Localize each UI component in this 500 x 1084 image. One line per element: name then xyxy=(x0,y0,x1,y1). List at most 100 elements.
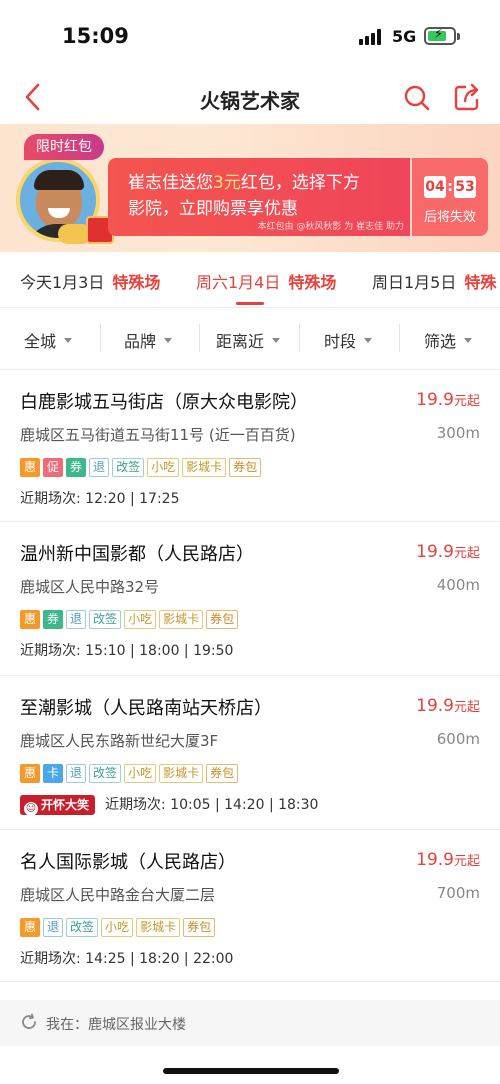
cinema-address: 鹿城区人民中路金台大厦二层 xyxy=(20,886,216,904)
cinema-address: 鹿城区人民中路32号 xyxy=(20,578,160,596)
filter-distance[interactable]: 距离近 xyxy=(216,328,281,352)
price-value: 19.9 xyxy=(416,850,454,870)
cinema-price: 19.9元起 xyxy=(416,696,480,716)
cinema-name: 温州新中国影都（人民路店） xyxy=(20,544,254,565)
countdown-label: 后将失效 xyxy=(423,210,476,225)
search-icon[interactable] xyxy=(403,82,431,112)
cinema-list-item[interactable]: 温州新中国影都（人民路店） 19.9元起 鹿城区人民中路32号 400m 惠券退… xyxy=(0,522,500,676)
tag-cinema-card: 影城卡 xyxy=(182,458,227,477)
tab-saturday[interactable]: 周六1月4日 特殊场 xyxy=(196,269,336,293)
tab-day-label: 今天1月3日 xyxy=(20,273,105,292)
price-value: 19.9 xyxy=(416,390,454,410)
countdown-seconds: 53 xyxy=(454,176,476,198)
filter-bar: 全城 品牌 距离近 时段 筛选 xyxy=(0,308,500,370)
promo-banner[interactable]: 限时红包 崔志佳送您3元红包，选择下方 影院，立即购票享优惠 本红包由 @秋风秋… xyxy=(0,124,500,252)
countdown-minutes: 04 xyxy=(424,176,446,198)
cinema-distance: 300m xyxy=(436,424,480,442)
filter-label: 距离近 xyxy=(216,332,265,351)
tab-today[interactable]: 今天1月3日 特殊场 xyxy=(20,269,160,293)
tag-cinema-card: 影城卡 xyxy=(159,610,204,629)
share-icon[interactable] xyxy=(453,82,481,112)
cinema-price: 19.9元起 xyxy=(416,850,480,870)
caret-down-icon xyxy=(164,338,173,343)
caret-down-icon xyxy=(64,338,73,343)
tag-discount: 惠 xyxy=(20,764,41,783)
filter-label: 品牌 xyxy=(124,332,157,351)
smile-icon: ☺ xyxy=(24,802,38,816)
cinema-address: 鹿城区人民东路新世纪大厦3F xyxy=(20,732,219,750)
status-time: 15:09 xyxy=(62,24,129,48)
promo-line-1: 崔志佳送您3元红包，选择下方 xyxy=(128,168,360,193)
tag-discount: 惠 xyxy=(20,458,41,477)
price-value: 19.9 xyxy=(416,696,454,716)
promo-suffix: 红包，选择下方 xyxy=(240,173,360,193)
network-label: 5G xyxy=(392,27,417,46)
cinema-showtimes-row: ☺ 开怀大笑 近期场次: 10:05 | 14:20 | 18:30 xyxy=(20,794,319,816)
active-tab-indicator xyxy=(236,302,264,305)
tag-reschedule: 改签 xyxy=(89,610,122,629)
laugh-badge: ☺ 开怀大笑 xyxy=(20,795,96,816)
filter-brand[interactable]: 品牌 xyxy=(124,328,173,352)
cinema-tags: 惠退改签 小吃 影城卡 券包 xyxy=(20,916,218,937)
cinema-showtimes: 近期场次: 12:20 | 17:25 xyxy=(20,491,180,507)
tab-sunday[interactable]: 周日1月5日 特殊 xyxy=(372,269,496,293)
promo-message-box: 崔志佳送您3元红包，选择下方 影院，立即购票享优惠 本红包由 @秋风秋影 为 崔… xyxy=(108,158,410,236)
tag-refund: 退 xyxy=(89,458,110,477)
tab-special-label: 特殊场 xyxy=(112,273,161,292)
cinema-tags: 惠卡退改签 小吃 影城卡 券包 xyxy=(20,762,241,783)
limited-red-packet-tag: 限时红包 xyxy=(24,134,104,160)
cinema-list-item[interactable]: 白鹿影城五马街店（原大众电影院） 19.9元起 鹿城区五马街道五马街11号 (近… xyxy=(0,370,500,522)
cinema-list-item[interactable]: 名人国际影城（人民路店） 19.9元起 鹿城区人民中路金台大厦二层 700m 惠… xyxy=(0,830,500,982)
tag-coupon-pack: 券包 xyxy=(229,458,262,477)
filter-label: 筛选 xyxy=(424,332,457,351)
filter-label: 时段 xyxy=(324,332,357,351)
tag-reschedule: 改签 xyxy=(112,458,145,477)
cinema-tags: 惠券退改签 小吃 影城卡 券包 xyxy=(20,608,241,629)
tag-refund: 退 xyxy=(66,764,87,783)
price-unit: 元起 xyxy=(453,854,480,869)
tab-special-label: 特殊 xyxy=(464,273,497,292)
countdown-timer: 04:53 xyxy=(424,176,476,198)
cinema-tags: 惠促券退改签 小吃 影城卡 券包 xyxy=(20,456,264,477)
current-location: 我在：鹿城区报业大楼 xyxy=(46,1017,186,1033)
signal-icon xyxy=(359,29,383,45)
cinema-name: 白鹿影城五马街店（原大众电影院） xyxy=(20,392,308,413)
tag-reschedule: 改签 xyxy=(89,764,122,783)
cinema-list-item[interactable]: 至潮影城（人民路南站天桥店） 19.9元起 鹿城区人民东路新世纪大厦3F 600… xyxy=(0,676,500,830)
cinema-showtimes: 近期场次: 15:10 | 18:00 | 19:50 xyxy=(20,643,234,659)
badge-label: 开怀大笑 xyxy=(41,798,90,812)
tag-refund: 退 xyxy=(66,610,87,629)
tag-snack: 小吃 xyxy=(124,610,157,629)
divider xyxy=(299,324,300,352)
tag-promo: 促 xyxy=(43,458,64,477)
tag-card: 卡 xyxy=(43,764,64,783)
promo-amount: 3元 xyxy=(213,173,241,193)
cinema-showtimes: 近期场次: 14:25 | 18:20 | 22:00 xyxy=(20,951,234,967)
home-indicator[interactable] xyxy=(163,1068,339,1074)
tag-cinema-card: 影城卡 xyxy=(136,918,181,937)
filter-city[interactable]: 全城 xyxy=(24,328,73,352)
status-bar: 15:09 5G ⚡ xyxy=(0,0,500,72)
nav-bar: 火锅艺术家 xyxy=(0,72,500,124)
tag-discount: 惠 xyxy=(20,918,41,937)
tag-coupon-pack: 券包 xyxy=(206,764,239,783)
tag-snack: 小吃 xyxy=(147,458,180,477)
divider xyxy=(399,324,400,352)
tab-special-label: 特殊场 xyxy=(288,273,337,292)
price-unit: 元起 xyxy=(453,394,480,409)
caret-down-icon xyxy=(272,338,281,343)
promo-note: 本红包由 @秋风秋影 为 崔志佳 助力 xyxy=(257,222,404,232)
filter-label: 全城 xyxy=(24,332,57,351)
tag-coupon: 券 xyxy=(43,610,64,629)
cinema-price: 19.9元起 xyxy=(416,390,480,410)
filter-time[interactable]: 时段 xyxy=(324,328,373,352)
tag-snack: 小吃 xyxy=(124,764,157,783)
tag-coupon-pack: 券包 xyxy=(183,918,216,937)
tab-day-label: 周日1月5日 xyxy=(372,273,457,292)
location-bar: 我在：鹿城区报业大楼 xyxy=(0,1000,500,1046)
filter-more[interactable]: 筛选 xyxy=(424,328,473,352)
cinema-showtimes: 近期场次: 10:05 | 14:20 | 18:30 xyxy=(105,797,319,813)
caret-down-icon xyxy=(364,338,373,343)
cinema-distance: 400m xyxy=(436,576,480,594)
refresh-icon[interactable] xyxy=(20,1013,38,1031)
